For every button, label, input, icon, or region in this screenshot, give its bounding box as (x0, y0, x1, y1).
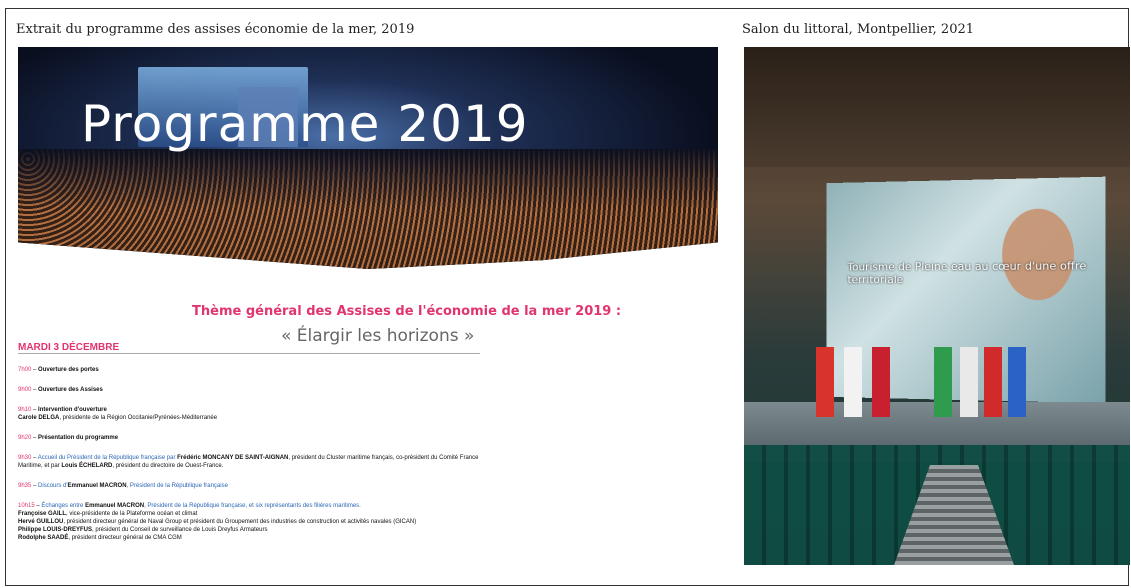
item-time: 9h20 (18, 435, 32, 441)
theme-quote: « Élargir les horizons » (281, 326, 475, 346)
screen-person (1002, 208, 1074, 301)
item-text: , président du directoire de Ouest-Franc… (112, 463, 224, 469)
item-text: Discours d' (38, 483, 68, 489)
participant-role: , président du Conseil de surveillance d… (92, 527, 268, 533)
stage-banner (872, 347, 890, 417)
participant-name: Rodolphe SAADÉ (18, 535, 69, 541)
stage-banner (844, 347, 862, 417)
participant-role: , président directeur général de Naval G… (63, 519, 417, 525)
item-person: Emmanuel MACRON (85, 503, 145, 509)
program-item: 9h30 – Accueil du Président de la Républ… (18, 455, 479, 469)
participant-name: Hervé GUILLOU (18, 519, 64, 525)
item-person: Emmanuel MACRON (67, 483, 127, 489)
participant-role: , vice-présidente de la Plateforme océan… (66, 511, 198, 517)
program-day: MARDI 3 DÉCEMBRE (18, 343, 480, 354)
item-time: 9h30 (18, 455, 32, 461)
program-item: 9h10 – Intervention d'ouverture Carole D… (18, 407, 218, 421)
stage-banner (816, 347, 834, 417)
stage-banner (960, 347, 978, 417)
item-detail: , présidente de la Région Occitanie/Pyré… (59, 415, 218, 421)
item-time: 9h35 (18, 483, 32, 489)
item-title: Ouverture des Assises (38, 387, 103, 393)
item-text: , Président de la République française (126, 483, 228, 489)
right-caption: Salon du littoral, Montpellier, 2021 (742, 22, 975, 37)
program-item: 10h15 – Échanges entre Emmanuel MACRON, … (18, 503, 417, 541)
item-time: 7h00 (18, 367, 32, 373)
item-text: Accueil du Président de la République fr… (37, 455, 178, 461)
conference-hero-image: Programme 2019 (18, 47, 718, 269)
item-text: Échanges entre (41, 503, 86, 509)
item-time: 10h15 (18, 503, 35, 509)
item-title: Intervention d'ouverture (38, 407, 107, 413)
stage-banner (984, 347, 1002, 417)
theme-heading: Thème général des Assises de l'économie … (192, 304, 622, 319)
item-person: Louis ÉCHELARD (61, 463, 113, 469)
participant-name: Philippe LOUIS-DREYFUS (18, 527, 93, 533)
item-title: Ouverture des portes (38, 367, 99, 373)
program-excerpt: MARDI 3 DÉCEMBRE 7h00 – Ouverture des po… (18, 343, 480, 542)
item-text: , Président de la République française, … (144, 503, 361, 509)
item-person: Frédéric MONCANY DE SAINT-AIGNAN (177, 455, 289, 461)
item-title: Présentation du programme (38, 435, 119, 441)
left-caption: Extrait du programme des assises économi… (16, 22, 415, 37)
item-time: 9h10 (18, 407, 32, 413)
item-time: 9h00 (18, 387, 32, 393)
program-item: 9h20 – Présentation du programme (18, 435, 119, 441)
hero-title: Programme 2019 (81, 95, 529, 153)
screen-text: Tourisme de Pleine eau au cœur d'une off… (847, 259, 1087, 287)
participant-role: , président directeur général de CMA CGM (68, 535, 182, 541)
program-item: 9h00 – Ouverture des Assises (18, 387, 103, 393)
program-item: 7h00 – Ouverture des portes (18, 367, 99, 373)
ceiling (744, 47, 1130, 167)
participant-name: Françoise GAILL (18, 511, 67, 517)
stage-banner (1008, 347, 1026, 417)
salon-photo: Tourisme de Pleine eau au cœur d'une off… (744, 47, 1130, 565)
stage-banner (934, 347, 952, 417)
program-item: 9h35 – Discours d'Emmanuel MACRON, Prési… (18, 483, 228, 489)
item-person: Carole DELGA (18, 415, 60, 421)
